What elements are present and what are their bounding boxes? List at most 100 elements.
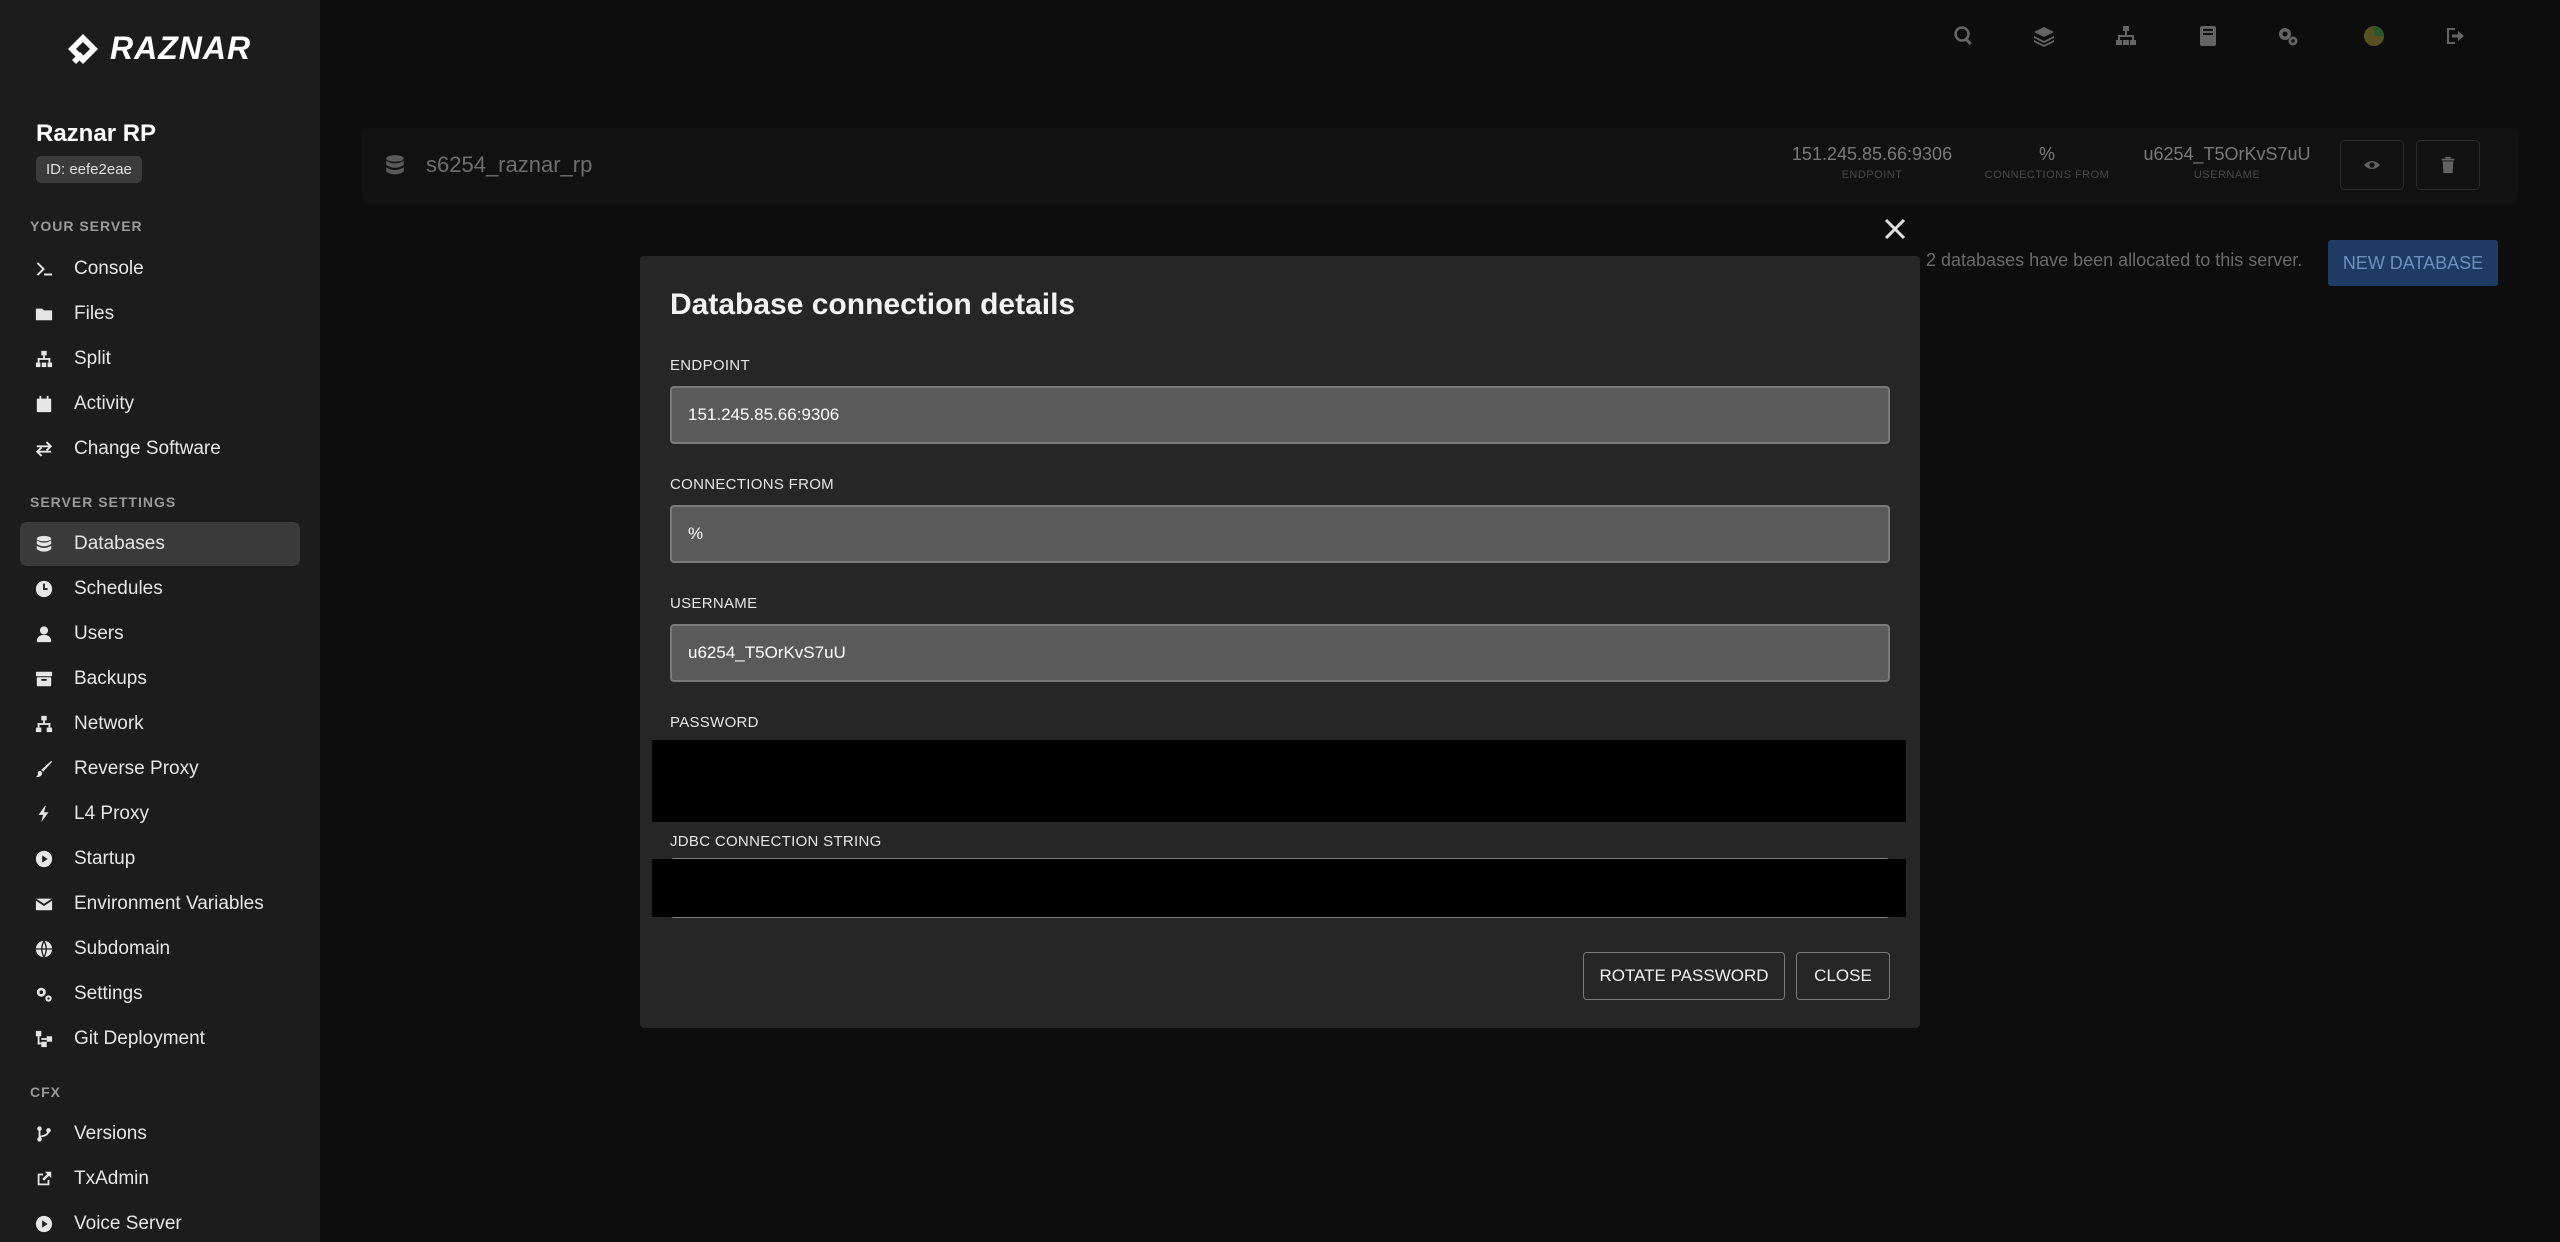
jdbc-field-redacted	[652, 859, 1906, 917]
cogs-icon[interactable]	[2274, 22, 2302, 50]
database-connection-modal: Database connection details ENDPOINT 151…	[640, 256, 1920, 1028]
search-icon[interactable]	[1950, 22, 1978, 50]
sidebar-item-label: Reverse Proxy	[74, 758, 199, 779]
delete-database-button[interactable]	[2416, 140, 2480, 190]
folder-icon	[34, 304, 54, 324]
sidebar-item-label: Versions	[74, 1123, 147, 1144]
globe-icon	[34, 939, 54, 959]
sign-out-icon[interactable]	[2442, 22, 2470, 50]
archive-icon	[34, 669, 54, 689]
sidebar-item-versions[interactable]: Versions	[20, 1112, 300, 1156]
view-details-button[interactable]	[2340, 140, 2404, 190]
status-dot-icon[interactable]	[2360, 22, 2388, 50]
sidebar-item-label: Databases	[74, 533, 165, 554]
code-branch-icon	[34, 1124, 54, 1144]
calendar-icon	[34, 394, 54, 414]
brand-logo[interactable]: RAZNAR	[66, 30, 251, 67]
sidebar-item-label: Backups	[74, 668, 147, 689]
sidebar-item-git-deployment[interactable]: Git Deployment	[20, 1017, 300, 1061]
database-icon	[384, 154, 406, 176]
database-row: s6254_raznar_rp 151.245.85.66:9306 ENDPO…	[362, 128, 2518, 204]
sidebar-item-label: Files	[74, 303, 115, 324]
sidebar-item-console[interactable]: Console	[20, 247, 300, 291]
play-circle-icon	[34, 1214, 54, 1234]
sidebar-item-label: Network	[74, 713, 144, 734]
sidebar-item-label: Startup	[74, 848, 136, 869]
endpoint-label: ENDPOINT	[670, 357, 750, 374]
sidebar-item-label: Change Software	[74, 438, 221, 459]
database-endpoint: 151.245.85.66:9306 ENDPOINT	[1782, 144, 1962, 181]
username-label: USERNAME	[670, 595, 758, 612]
sidebar-item-environment-variables[interactable]: Environment Variables	[20, 882, 300, 926]
external-link-icon	[34, 1169, 54, 1189]
database-username-label: USERNAME	[2193, 169, 2261, 181]
sidebar-item-label: Settings	[74, 983, 143, 1004]
envelope-icon	[34, 894, 54, 914]
sitemap-icon[interactable]	[2112, 22, 2140, 50]
sidebar-item-label: Git Deployment	[74, 1028, 205, 1049]
database-endpoint-label: ENDPOINT	[1841, 169, 1903, 181]
section-title-cfx: CFX	[30, 1084, 61, 1100]
sidebar-item-label: Activity	[74, 393, 135, 414]
sidebar-item-startup[interactable]: Startup	[20, 837, 300, 881]
jdbc-connection-string-label: JDBC CONNECTION STRING	[670, 833, 882, 850]
database-connections-from-value: %	[2038, 144, 2055, 164]
sitemap-icon	[34, 349, 54, 369]
database-username-value: u6254_T5OrKvS7uU	[2143, 144, 2311, 164]
allocation-text: 2 databases have been allocated to this …	[1926, 250, 2303, 270]
sidebar: RAZNAR Raznar RP ID: eefe2eae YOUR SERVE…	[0, 0, 320, 1242]
close-button[interactable]: CLOSE	[1796, 952, 1890, 1000]
database-name: s6254_raznar_rp	[426, 152, 593, 177]
sidebar-item-subdomain[interactable]: Subdomain	[20, 927, 300, 971]
connections-from-label: CONNECTIONS FROM	[670, 476, 834, 493]
modal-close-icon[interactable]	[1880, 214, 1910, 244]
server-id-badge: ID: eefe2eae	[36, 156, 142, 183]
trash-icon	[2441, 156, 2455, 174]
play-circle-icon	[34, 849, 54, 869]
password-label: PASSWORD	[670, 714, 759, 731]
username-field[interactable]: u6254_T5OrKvS7uU	[670, 624, 1890, 682]
sidebar-item-txadmin[interactable]: TxAdmin	[20, 1157, 300, 1201]
new-database-button[interactable]: NEW DATABASE	[2328, 240, 2498, 286]
raznar-logo-icon	[68, 33, 98, 64]
connections-from-field[interactable]: %	[670, 505, 1890, 563]
sidebar-item-change-software[interactable]: Change Software	[20, 427, 300, 471]
bolt-icon	[34, 804, 54, 824]
database-icon	[34, 534, 54, 554]
book-icon[interactable]	[2194, 22, 2222, 50]
sidebar-item-label: Users	[74, 623, 124, 644]
database-connections-from: % CONNECTIONS FROM	[1972, 144, 2122, 181]
password-field-redacted[interactable]	[652, 740, 1906, 822]
sidebar-item-label: TxAdmin	[74, 1168, 149, 1189]
sidebar-item-label: L4 Proxy	[74, 803, 149, 824]
brand-logo-text: RAZNAR	[110, 30, 252, 66]
sidebar-item-network[interactable]: Network	[20, 702, 300, 746]
exchange-icon	[34, 439, 54, 459]
modal-title: Database connection details	[670, 288, 1076, 321]
user-icon	[34, 624, 54, 644]
sidebar-item-l4-proxy[interactable]: L4 Proxy	[20, 792, 300, 836]
sidebar-item-label: Voice Server	[74, 1213, 182, 1234]
sidebar-item-label: Console	[74, 258, 144, 279]
sidebar-item-files[interactable]: Files	[20, 292, 300, 336]
sidebar-item-activity[interactable]: Activity	[20, 382, 300, 426]
layers-icon[interactable]	[2030, 22, 2058, 50]
sidebar-item-databases[interactable]: Databases	[20, 522, 300, 566]
sidebar-item-voice-server[interactable]: Voice Server	[20, 1202, 300, 1242]
sidebar-item-users[interactable]: Users	[20, 612, 300, 656]
endpoint-field[interactable]: 151.245.85.66:9306	[670, 386, 1890, 444]
network-icon	[34, 714, 54, 734]
cogs-icon	[34, 984, 54, 1004]
rotate-password-button[interactable]: ROTATE PASSWORD	[1583, 952, 1785, 1000]
sidebar-item-label: Subdomain	[74, 938, 171, 959]
sidebar-item-reverse-proxy[interactable]: Reverse Proxy	[20, 747, 300, 791]
sidebar-item-backups[interactable]: Backups	[20, 657, 300, 701]
sidebar-item-settings[interactable]: Settings	[20, 972, 300, 1016]
sidebar-item-label: Environment Variables	[74, 893, 264, 914]
sidebar-item-schedules[interactable]: Schedules	[20, 567, 300, 611]
section-title-your-server: YOUR SERVER	[30, 218, 143, 234]
sidebar-item-label: Schedules	[74, 578, 163, 599]
terminal-icon	[34, 259, 54, 279]
clock-icon	[34, 579, 54, 599]
sidebar-item-split[interactable]: Split	[20, 337, 300, 381]
